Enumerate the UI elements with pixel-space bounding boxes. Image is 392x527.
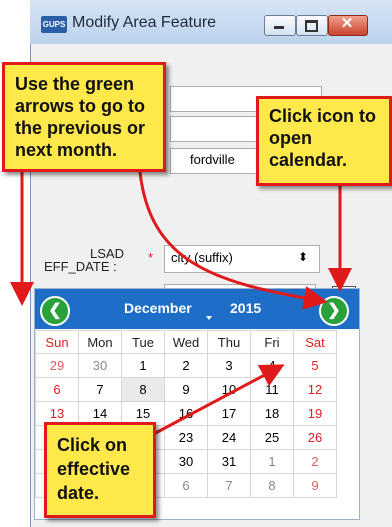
arrow-to-next	[138, 171, 328, 310]
callout-calendar-hint: Click icon to open calendar.	[256, 96, 392, 186]
callout-arrows-hint: Use the green arrows to go to the previo…	[2, 62, 166, 172]
arrow-to-date	[149, 364, 285, 438]
callout-date-hint: Click on effective date.	[44, 422, 156, 518]
